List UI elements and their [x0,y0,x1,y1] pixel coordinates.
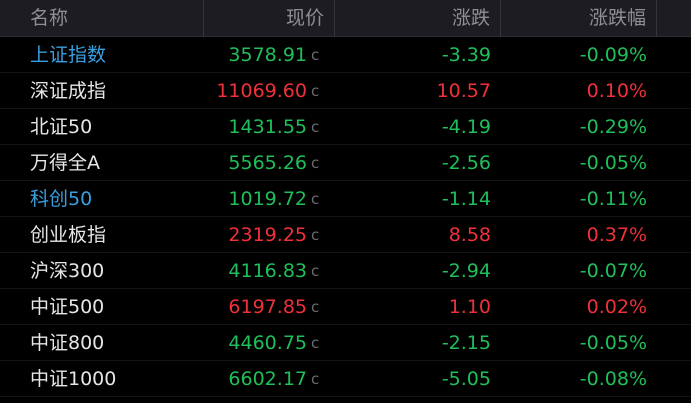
table-row[interactable]: 创业板指 2319.25 c 8.58 0.37% [0,217,691,253]
index-name[interactable]: 北证50 [30,109,204,145]
table-row[interactable]: 万得全A 5565.26 c -2.56 -0.05% [0,145,691,181]
table-row[interactable]: 上证指数 3578.91 c -3.39 -0.09% [0,37,691,73]
index-name[interactable]: 万得全A [30,145,204,181]
table-row[interactable]: 中证800 4460.75 c -2.15 -0.05% [0,325,691,361]
index-change: -2.94 [441,260,491,282]
index-change: 8.58 [448,224,491,246]
table-row[interactable]: 沪深300 4116.83 c -2.94 -0.07% [0,253,691,289]
index-price: 4460.75 [228,332,307,354]
index-name[interactable]: 创业板指 [30,217,204,253]
index-change-pct: -0.05% [579,332,647,354]
index-change-pct: -0.05% [579,152,647,174]
price-flag: c [311,154,320,172]
index-name[interactable]: 科创50 [30,181,204,217]
index-name[interactable]: 上证指数 [30,37,204,73]
index-change-pct: -0.08% [579,368,647,390]
index-change: -3.39 [441,44,491,66]
index-name[interactable]: 中证500 [30,289,204,325]
index-price: 6602.17 [228,368,307,390]
header-change[interactable]: 涨跌 [335,0,501,37]
index-change-pct: 0.10% [586,80,647,102]
index-change: -2.15 [441,332,491,354]
index-quote-table: 名称 现价 涨跌 涨跌幅 上证指数 3578.91 c -3.39 -0.09%… [0,0,691,403]
index-change-pct: -0.07% [579,260,647,282]
index-price: 2319.25 [228,224,307,246]
price-flag: c [311,298,320,316]
index-change: -5.05 [441,368,491,390]
price-flag: c [311,190,320,208]
index-name[interactable]: 中证800 [30,325,204,361]
price-flag: c [311,82,320,100]
table-row[interactable]: 中证1000 6602.17 c -5.05 -0.08% [0,361,691,397]
price-flag: c [311,118,320,136]
index-change-pct: -0.09% [579,44,647,66]
header-change-pct[interactable]: 涨跌幅 [501,0,657,37]
index-price: 1019.72 [228,188,307,210]
price-flag: c [311,226,320,244]
index-name[interactable]: 沪深300 [30,253,204,289]
table-row[interactable]: 中证500 6197.85 c 1.10 0.02% [0,289,691,325]
index-price: 1431.55 [228,116,307,138]
index-change-pct: -0.29% [579,116,647,138]
index-name[interactable]: 中证1000 [30,361,204,397]
index-change: 10.57 [436,80,491,102]
price-flag: c [311,46,320,64]
index-name[interactable]: 深证成指 [30,73,204,109]
table-row[interactable]: 北证50 1431.55 c -4.19 -0.29% [0,109,691,145]
index-price: 11069.60 [216,80,307,102]
index-price: 3578.91 [228,44,307,66]
price-flag: c [311,334,320,352]
table-row[interactable]: 深证成指 11069.60 c 10.57 0.10% [0,73,691,109]
table-row[interactable]: 科创50 1019.72 c -1.14 -0.11% [0,181,691,217]
index-change: -4.19 [441,116,491,138]
header-name[interactable]: 名称 [0,0,204,37]
price-flag: c [311,370,320,388]
price-flag: c [311,262,320,280]
header-price[interactable]: 现价 [204,0,335,37]
table-body: 上证指数 3578.91 c -3.39 -0.09% 深证成指 11069.6… [0,37,691,397]
index-change: -2.56 [441,152,491,174]
index-change-pct: -0.11% [579,188,647,210]
index-change-pct: 0.37% [586,224,647,246]
index-price: 6197.85 [228,296,307,318]
table-header: 名称 现价 涨跌 涨跌幅 [0,0,691,37]
index-price: 5565.26 [228,152,307,174]
index-change-pct: 0.02% [586,296,647,318]
index-price: 4116.83 [228,260,307,282]
index-change: 1.10 [448,296,491,318]
index-change: -1.14 [441,188,491,210]
